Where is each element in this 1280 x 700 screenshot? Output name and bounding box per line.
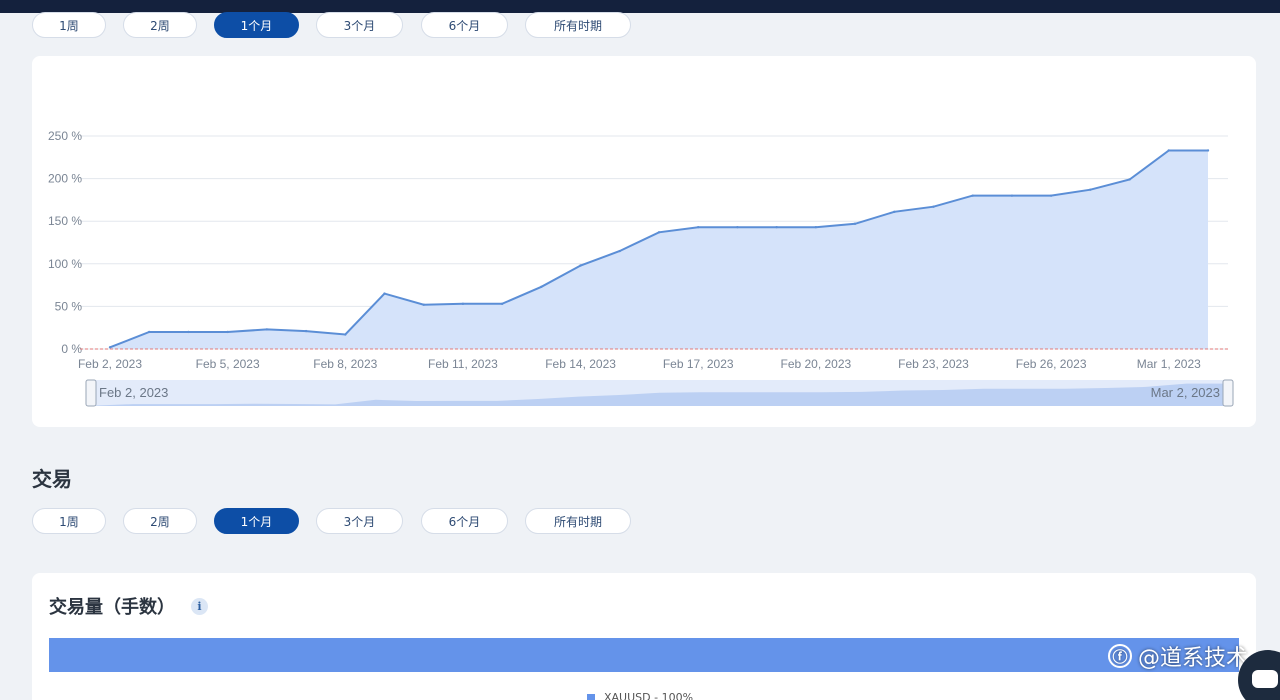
period-2w-button[interactable]: 2周 xyxy=(123,12,197,38)
legend-label: XAUUSD - 100% xyxy=(604,691,694,700)
x-tick-label: Feb 17, 2023 xyxy=(663,357,734,371)
trades-period-1w-button[interactable]: 1周 xyxy=(32,508,106,534)
legend-swatch xyxy=(587,693,595,700)
data-point[interactable] xyxy=(148,330,151,334)
navigator-right-handle[interactable] xyxy=(1222,379,1234,407)
data-point[interactable] xyxy=(1010,194,1014,197)
x-tick-label: Feb 14, 2023 xyxy=(545,357,616,371)
x-tick-label: Feb 20, 2023 xyxy=(780,357,851,371)
x-axis-labels: Feb 2, 2023 Feb 5, 2023 Feb 8, 2023 Feb 11,… xyxy=(78,357,1201,371)
data-point[interactable] xyxy=(579,264,582,267)
x-tick-label: Feb 11, 2023 xyxy=(428,357,498,371)
data-point[interactable] xyxy=(500,302,504,306)
volume-card: 交易量（手数） i XAUUSD - 100% xyxy=(32,573,1256,700)
data-point[interactable] xyxy=(971,194,974,197)
navigator-end-label: Mar 2, 2023 xyxy=(1151,385,1220,400)
data-point[interactable] xyxy=(932,205,935,208)
y-tick-label: 0 % xyxy=(61,342,82,356)
y-axis-labels: 0 % 50 % 100 % 150 % 200 % 250 % xyxy=(48,129,82,356)
period-3m-button[interactable]: 3个月 xyxy=(316,12,403,38)
data-point[interactable] xyxy=(265,328,269,331)
trades-period-3m-button[interactable]: 3个月 xyxy=(316,508,403,534)
data-point[interactable] xyxy=(304,329,308,333)
x-tick-label: Feb 23, 2023 xyxy=(898,357,969,371)
y-tick-label: 100 % xyxy=(48,257,82,271)
volume-bar-xauusd[interactable] xyxy=(49,638,1239,672)
range-navigator[interactable]: Feb 2, 2023 Mar 2, 2023 xyxy=(85,379,1234,407)
data-point[interactable] xyxy=(540,285,543,289)
data-point[interactable] xyxy=(618,249,621,253)
period-1w-button[interactable]: 1周 xyxy=(32,12,106,38)
x-tick-label: Feb 26, 2023 xyxy=(1016,357,1087,371)
trades-period-2w-button[interactable]: 2周 xyxy=(123,508,197,534)
data-point[interactable] xyxy=(108,346,112,349)
period-all-button[interactable]: 所有时期 xyxy=(525,12,631,38)
growth-chart-card: 0 % 50 % 100 % 150 % 200 % 250 % Feb 2, 2023 F… xyxy=(32,56,1256,427)
data-point[interactable] xyxy=(697,225,700,229)
growth-area xyxy=(110,150,1208,349)
y-tick-label: 200 % xyxy=(48,172,82,186)
growth-chart: 0 %50 %100 %150 %200 %250 % Feb 2, 2023 F… xyxy=(48,129,1234,407)
data-point[interactable] xyxy=(383,292,386,295)
y-tick-label: 50 % xyxy=(55,299,83,313)
data-point[interactable] xyxy=(1206,149,1210,152)
chat-bubble-icon xyxy=(1252,670,1278,688)
data-point[interactable] xyxy=(893,210,896,214)
trades-period-1m-button[interactable]: 1个月 xyxy=(214,508,299,534)
x-tick-label: Mar 1, 2023 xyxy=(1137,357,1201,371)
data-point[interactable] xyxy=(775,225,778,229)
x-tick-label: Feb 2, 2023 xyxy=(78,357,142,371)
trades-section-title: 交易 xyxy=(32,467,72,491)
trades-period-all-button[interactable]: 所有时期 xyxy=(525,508,631,534)
volume-title-row: 交易量（手数） i xyxy=(49,593,208,619)
data-point[interactable] xyxy=(1089,188,1092,191)
navigator-left-handle[interactable] xyxy=(85,379,97,407)
period-6m-button[interactable]: 6个月 xyxy=(421,12,508,38)
y-tick-label: 250 % xyxy=(48,129,82,143)
data-point[interactable] xyxy=(1049,194,1053,197)
watermark-logo-icon: ⓕ xyxy=(1108,644,1132,668)
data-point[interactable] xyxy=(853,222,857,225)
data-point[interactable] xyxy=(344,333,347,336)
period-1m-button[interactable]: 1个月 xyxy=(214,12,299,38)
data-point[interactable] xyxy=(461,302,465,306)
x-tick-label: Feb 5, 2023 xyxy=(196,357,260,371)
trades-period-6m-button[interactable]: 6个月 xyxy=(421,508,508,534)
volume-title: 交易量（手数） xyxy=(49,597,175,618)
data-point[interactable] xyxy=(1128,178,1131,181)
watermark-text: @道系技术 xyxy=(1138,646,1249,671)
data-point[interactable] xyxy=(1167,149,1170,152)
data-point[interactable] xyxy=(226,330,229,334)
info-icon[interactable]: i xyxy=(191,597,208,615)
y-tick-label: 150 % xyxy=(48,214,82,228)
data-point[interactable] xyxy=(657,231,661,234)
volume-legend: XAUUSD - 100% xyxy=(587,691,693,700)
data-point[interactable] xyxy=(736,225,739,229)
data-point[interactable] xyxy=(187,330,190,334)
data-point[interactable] xyxy=(814,225,818,229)
data-point[interactable] xyxy=(422,303,425,306)
top-nav-bar xyxy=(0,0,1280,13)
x-tick-label: Feb 8, 2023 xyxy=(313,357,377,371)
watermark: ⓕ @道系技术 xyxy=(1108,640,1248,672)
navigator-start-label: Feb 2, 2023 xyxy=(99,385,168,400)
